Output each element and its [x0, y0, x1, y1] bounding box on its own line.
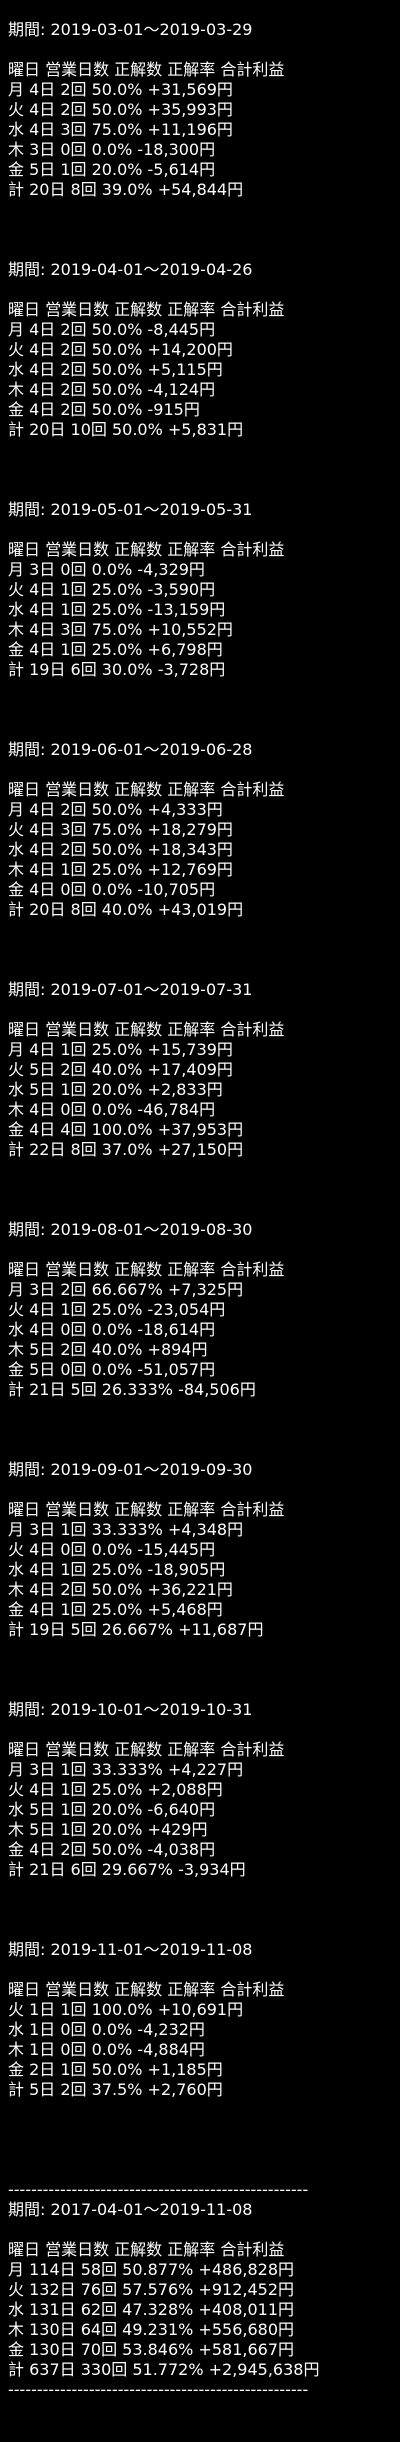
column-header: 曜日 営業日数 正解数 正解率 合計利益: [8, 1020, 285, 1039]
result-row: 金 4日 1回 25.0% +5,468円: [8, 1600, 223, 1619]
total-row: 計 21日 5回 26.333% -84,506円: [8, 1380, 256, 1399]
result-row: 水 4日 3回 75.0% +11,196円: [8, 120, 233, 139]
result-row: 水 4日 1回 25.0% -13,159円: [8, 600, 226, 619]
result-row: 木 4日 3回 75.0% +10,552円: [8, 620, 233, 639]
result-row: 木 4日 2回 50.0% +36,221円: [8, 1580, 233, 1599]
result-row: 火 4日 1回 25.0% -23,054円: [8, 1300, 226, 1319]
result-row: 火 4日 2回 50.0% +35,993円: [8, 100, 233, 119]
period-range: 期間: 2017-04-01～2019-11-08: [8, 2200, 253, 2219]
result-row: 木 4日 1回 25.0% +12,769円: [8, 860, 233, 879]
period-block: 期間: 2019-09-01～2019-09-30 曜日 営業日数 正解数 正解…: [8, 1460, 400, 1700]
result-row: 火 4日 2回 50.0% +14,200円: [8, 340, 233, 359]
period-range: 期間: 2019-06-01～2019-06-28: [8, 740, 253, 759]
total-row: 計 5日 2回 37.5% +2,760円: [8, 2080, 223, 2099]
result-row: 火 132日 76回 57.576% +912,452円: [8, 2280, 295, 2299]
result-row: 月 114日 58回 50.877% +486,828円: [8, 2260, 295, 2279]
period-block: 期間: 2019-08-01～2019-08-30 曜日 営業日数 正解数 正解…: [8, 1220, 400, 1460]
result-row: 水 4日 1回 25.0% -18,905円: [8, 1560, 226, 1579]
column-header: 曜日 営業日数 正解数 正解率 合計利益: [8, 780, 285, 799]
summary-block: 期間: 2017-04-01～2019-11-08 曜日 営業日数 正解数 正解…: [8, 2200, 400, 2380]
total-row: 計 637日 330回 51.772% +2,945,638円: [8, 2360, 320, 2379]
period-range: 期間: 2019-05-01～2019-05-31: [8, 500, 253, 519]
period-range: 期間: 2019-04-01～2019-04-26: [8, 260, 253, 279]
result-row: 月 4日 2回 50.0% +31,569円: [8, 80, 233, 99]
result-row: 金 4日 2回 50.0% -915円: [8, 400, 200, 419]
period-block: 期間: 2019-07-01～2019-07-31 曜日 営業日数 正解数 正解…: [8, 980, 400, 1220]
period-range: 期間: 2019-08-01～2019-08-30: [8, 1220, 253, 1239]
result-row: 月 3日 1回 33.333% +4,348円: [8, 1520, 244, 1539]
column-header: 曜日 営業日数 正解数 正解率 合計利益: [8, 2240, 285, 2259]
result-row: 木 130日 64回 49.231% +556,680円: [8, 2320, 295, 2339]
period-range: 期間: 2019-11-01～2019-11-08: [8, 1940, 253, 1959]
separator-line: ----------------------------------------…: [8, 2180, 309, 2199]
total-row: 計 19日 6回 30.0% -3,728円: [8, 660, 226, 679]
period-range: 期間: 2019-07-01～2019-07-31: [8, 980, 253, 999]
total-row: 計 20日 8回 39.0% +54,844円: [8, 180, 244, 199]
result-row: 月 3日 2回 66.667% +7,325円: [8, 1280, 244, 1299]
total-row: 計 19日 5回 26.667% +11,687円: [8, 1620, 264, 1639]
column-header: 曜日 営業日数 正解数 正解率 合計利益: [8, 540, 285, 559]
result-row: 月 4日 2回 50.0% -8,445円: [8, 320, 216, 339]
result-row: 木 1日 0回 0.0% -4,884円: [8, 2040, 205, 2059]
result-row: 金 4日 4回 100.0% +37,953円: [8, 1120, 244, 1139]
result-row: 火 4日 3回 75.0% +18,279円: [8, 820, 233, 839]
total-row: 計 20日 8回 40.0% +43,019円: [8, 900, 244, 919]
period-range: 期間: 2019-03-01～2019-03-29: [8, 20, 253, 39]
column-header: 曜日 営業日数 正解数 正解率 合計利益: [8, 1260, 285, 1279]
period-block: 期間: 2019-04-01～2019-04-26 曜日 営業日数 正解数 正解…: [8, 260, 400, 500]
period-block: 期間: 2019-03-01～2019-03-29 曜日 営業日数 正解数 正解…: [8, 20, 400, 260]
result-row: 金 5日 0回 0.0% -51,057円: [8, 1360, 216, 1379]
result-row: 木 5日 2回 40.0% +894円: [8, 1340, 208, 1359]
result-row: 火 4日 1回 25.0% -3,590円: [8, 580, 216, 599]
period-range: 期間: 2019-10-01～2019-10-31: [8, 1700, 253, 1719]
result-row: 木 5日 1回 20.0% +429円: [8, 1820, 208, 1839]
result-row: 火 5日 2回 40.0% +17,409円: [8, 1060, 233, 1079]
period-block: 期間: 2019-11-01～2019-11-08 曜日 営業日数 正解数 正解…: [8, 1940, 400, 2180]
result-row: 水 4日 2回 50.0% +18,343円: [8, 840, 233, 859]
result-row: 火 4日 1回 25.0% +2,088円: [8, 1780, 223, 1799]
result-row: 月 3日 1回 33.333% +4,227円: [8, 1760, 244, 1779]
result-row: 水 4日 0回 0.0% -18,614円: [8, 1320, 216, 1339]
result-row: 金 5日 1回 20.0% -5,614円: [8, 160, 216, 179]
result-row: 月 4日 2回 50.0% +4,333円: [8, 800, 223, 819]
result-row: 月 3日 0回 0.0% -4,329円: [8, 560, 205, 579]
result-row: 火 1日 1回 100.0% +10,691円: [8, 2000, 244, 2019]
column-header: 曜日 営業日数 正解数 正解率 合計利益: [8, 1500, 285, 1519]
total-row: 計 21日 6回 29.667% -3,934円: [8, 1860, 246, 1879]
result-row: 木 4日 0回 0.0% -46,784円: [8, 1100, 216, 1119]
period-block: 期間: 2019-05-01～2019-05-31 曜日 営業日数 正解数 正解…: [8, 500, 400, 740]
column-header: 曜日 営業日数 正解数 正解率 合計利益: [8, 300, 285, 319]
result-row: 金 4日 1回 25.0% +6,798円: [8, 640, 223, 659]
result-row: 木 4日 2回 50.0% -4,124円: [8, 380, 216, 399]
result-row: 金 4日 2回 50.0% -4,038円: [8, 1840, 216, 1859]
column-header: 曜日 営業日数 正解数 正解率 合計利益: [8, 60, 285, 79]
column-header: 曜日 営業日数 正解数 正解率 合計利益: [8, 1980, 285, 1999]
period-block: 期間: 2019-06-01～2019-06-28 曜日 営業日数 正解数 正解…: [8, 740, 400, 980]
total-row: 計 22日 8回 37.0% +27,150円: [8, 1140, 244, 1159]
result-row: 水 5日 1回 20.0% -6,640円: [8, 1800, 216, 1819]
result-row: 水 131日 62回 47.328% +408,011円: [8, 2300, 295, 2319]
result-row: 金 4日 0回 0.0% -10,705円: [8, 880, 216, 899]
total-row: 計 20日 10回 50.0% +5,831円: [8, 420, 244, 439]
result-row: 水 1日 0回 0.0% -4,232円: [8, 2020, 205, 2039]
result-row: 水 4日 2回 50.0% +5,115円: [8, 360, 223, 379]
period-block: 期間: 2019-10-01～2019-10-31 曜日 営業日数 正解数 正解…: [8, 1700, 400, 1940]
column-header: 曜日 営業日数 正解数 正解率 合計利益: [8, 1740, 285, 1759]
result-row: 月 4日 1回 25.0% +15,739円: [8, 1040, 233, 1059]
result-row: 木 3日 0回 0.0% -18,300円: [8, 140, 216, 159]
period-range: 期間: 2019-09-01～2019-09-30: [8, 1460, 253, 1479]
report-log: 期間: 2019-03-01～2019-03-29 曜日 営業日数 正解数 正解…: [0, 0, 400, 2400]
result-row: 火 4日 0回 0.0% -15,445円: [8, 1540, 216, 1559]
result-row: 金 130日 70回 53.846% +581,667円: [8, 2340, 295, 2359]
result-row: 水 5日 1回 20.0% +2,833円: [8, 1080, 223, 1099]
result-row: 金 2日 1回 50.0% +1,185円: [8, 2060, 223, 2079]
separator-line: ----------------------------------------…: [8, 2380, 309, 2399]
